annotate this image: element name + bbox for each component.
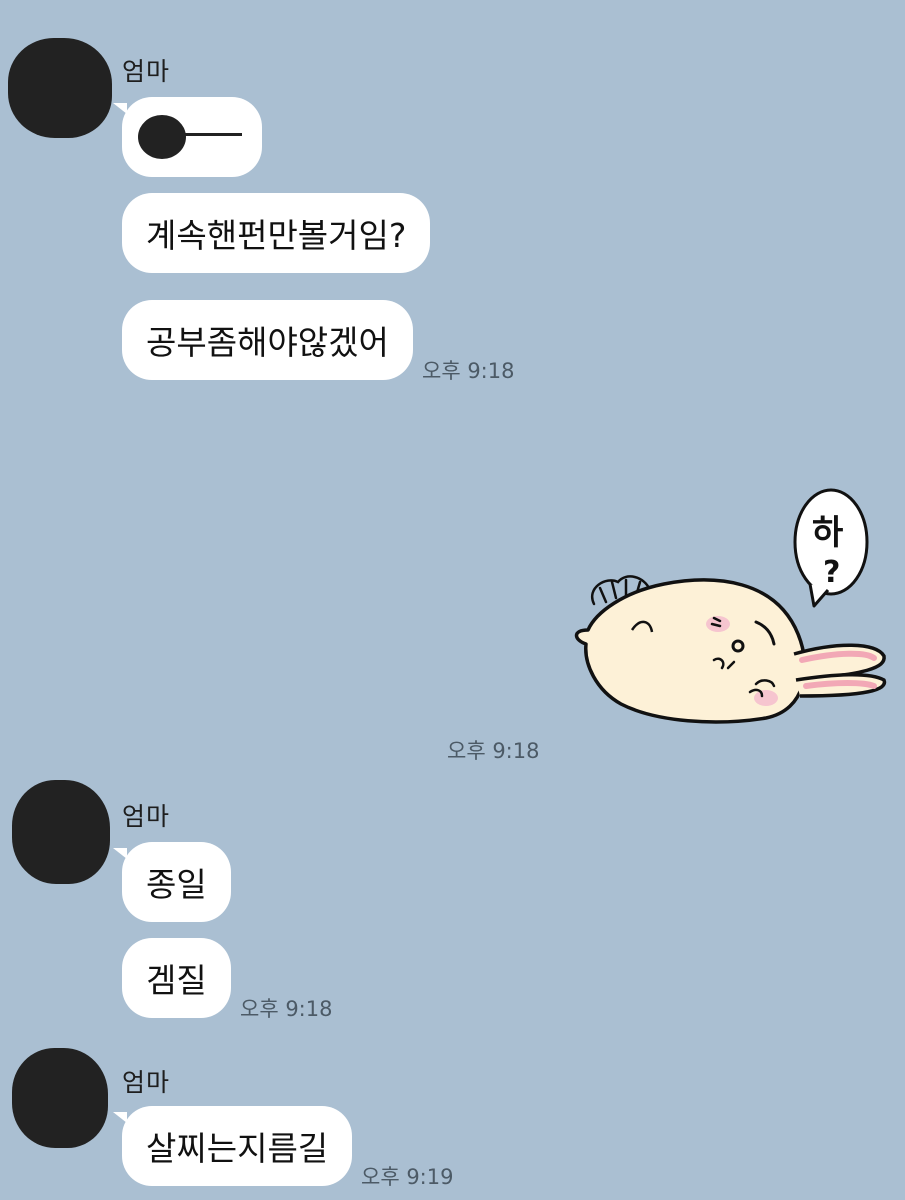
question-mark: ? bbox=[823, 555, 840, 590]
sender-name: 엄마 bbox=[122, 1068, 171, 1097]
speech-text: 하 bbox=[812, 513, 843, 553]
avatar[interactable] bbox=[12, 1048, 108, 1148]
message-bubble[interactable]: 계속핸펀만볼거임? bbox=[122, 193, 431, 273]
sender-name: 엄마 bbox=[122, 802, 171, 831]
timestamp: 오후 9:19 bbox=[361, 1165, 454, 1189]
rabbit-sticker[interactable]: 하 ? bbox=[566, 484, 896, 734]
message-bubble[interactable]: 겜질 bbox=[122, 938, 231, 1018]
message-text: 종일 bbox=[146, 865, 207, 904]
sender-name: 엄마 bbox=[122, 57, 171, 86]
message-bubble[interactable]: —— bbox=[113, 97, 262, 177]
redacted-dashes bbox=[184, 133, 242, 136]
message-bubble[interactable]: 종일 bbox=[113, 842, 231, 922]
rabbit-ears bbox=[793, 643, 887, 698]
message-bubble[interactable]: 공부좀해야않겠어 bbox=[122, 300, 413, 380]
timestamp: 오후 9:18 bbox=[447, 739, 540, 763]
avatar[interactable] bbox=[8, 38, 112, 138]
message-text: 계속핸펀만볼거임? bbox=[146, 216, 407, 255]
redacted-mark bbox=[138, 115, 186, 159]
speech-bubble: 하 ? bbox=[793, 488, 869, 608]
avatar[interactable] bbox=[12, 780, 110, 884]
message-bubble[interactable]: 살찌는지름길 bbox=[112, 1106, 353, 1186]
message-text: 겜질 bbox=[146, 961, 207, 1000]
message-text: 살찌는지름길 bbox=[146, 1129, 329, 1168]
timestamp: 오후 9:18 bbox=[240, 997, 333, 1021]
message-text: 공부좀해야않겠어 bbox=[146, 323, 389, 362]
timestamp: 오후 9:18 bbox=[422, 359, 515, 383]
